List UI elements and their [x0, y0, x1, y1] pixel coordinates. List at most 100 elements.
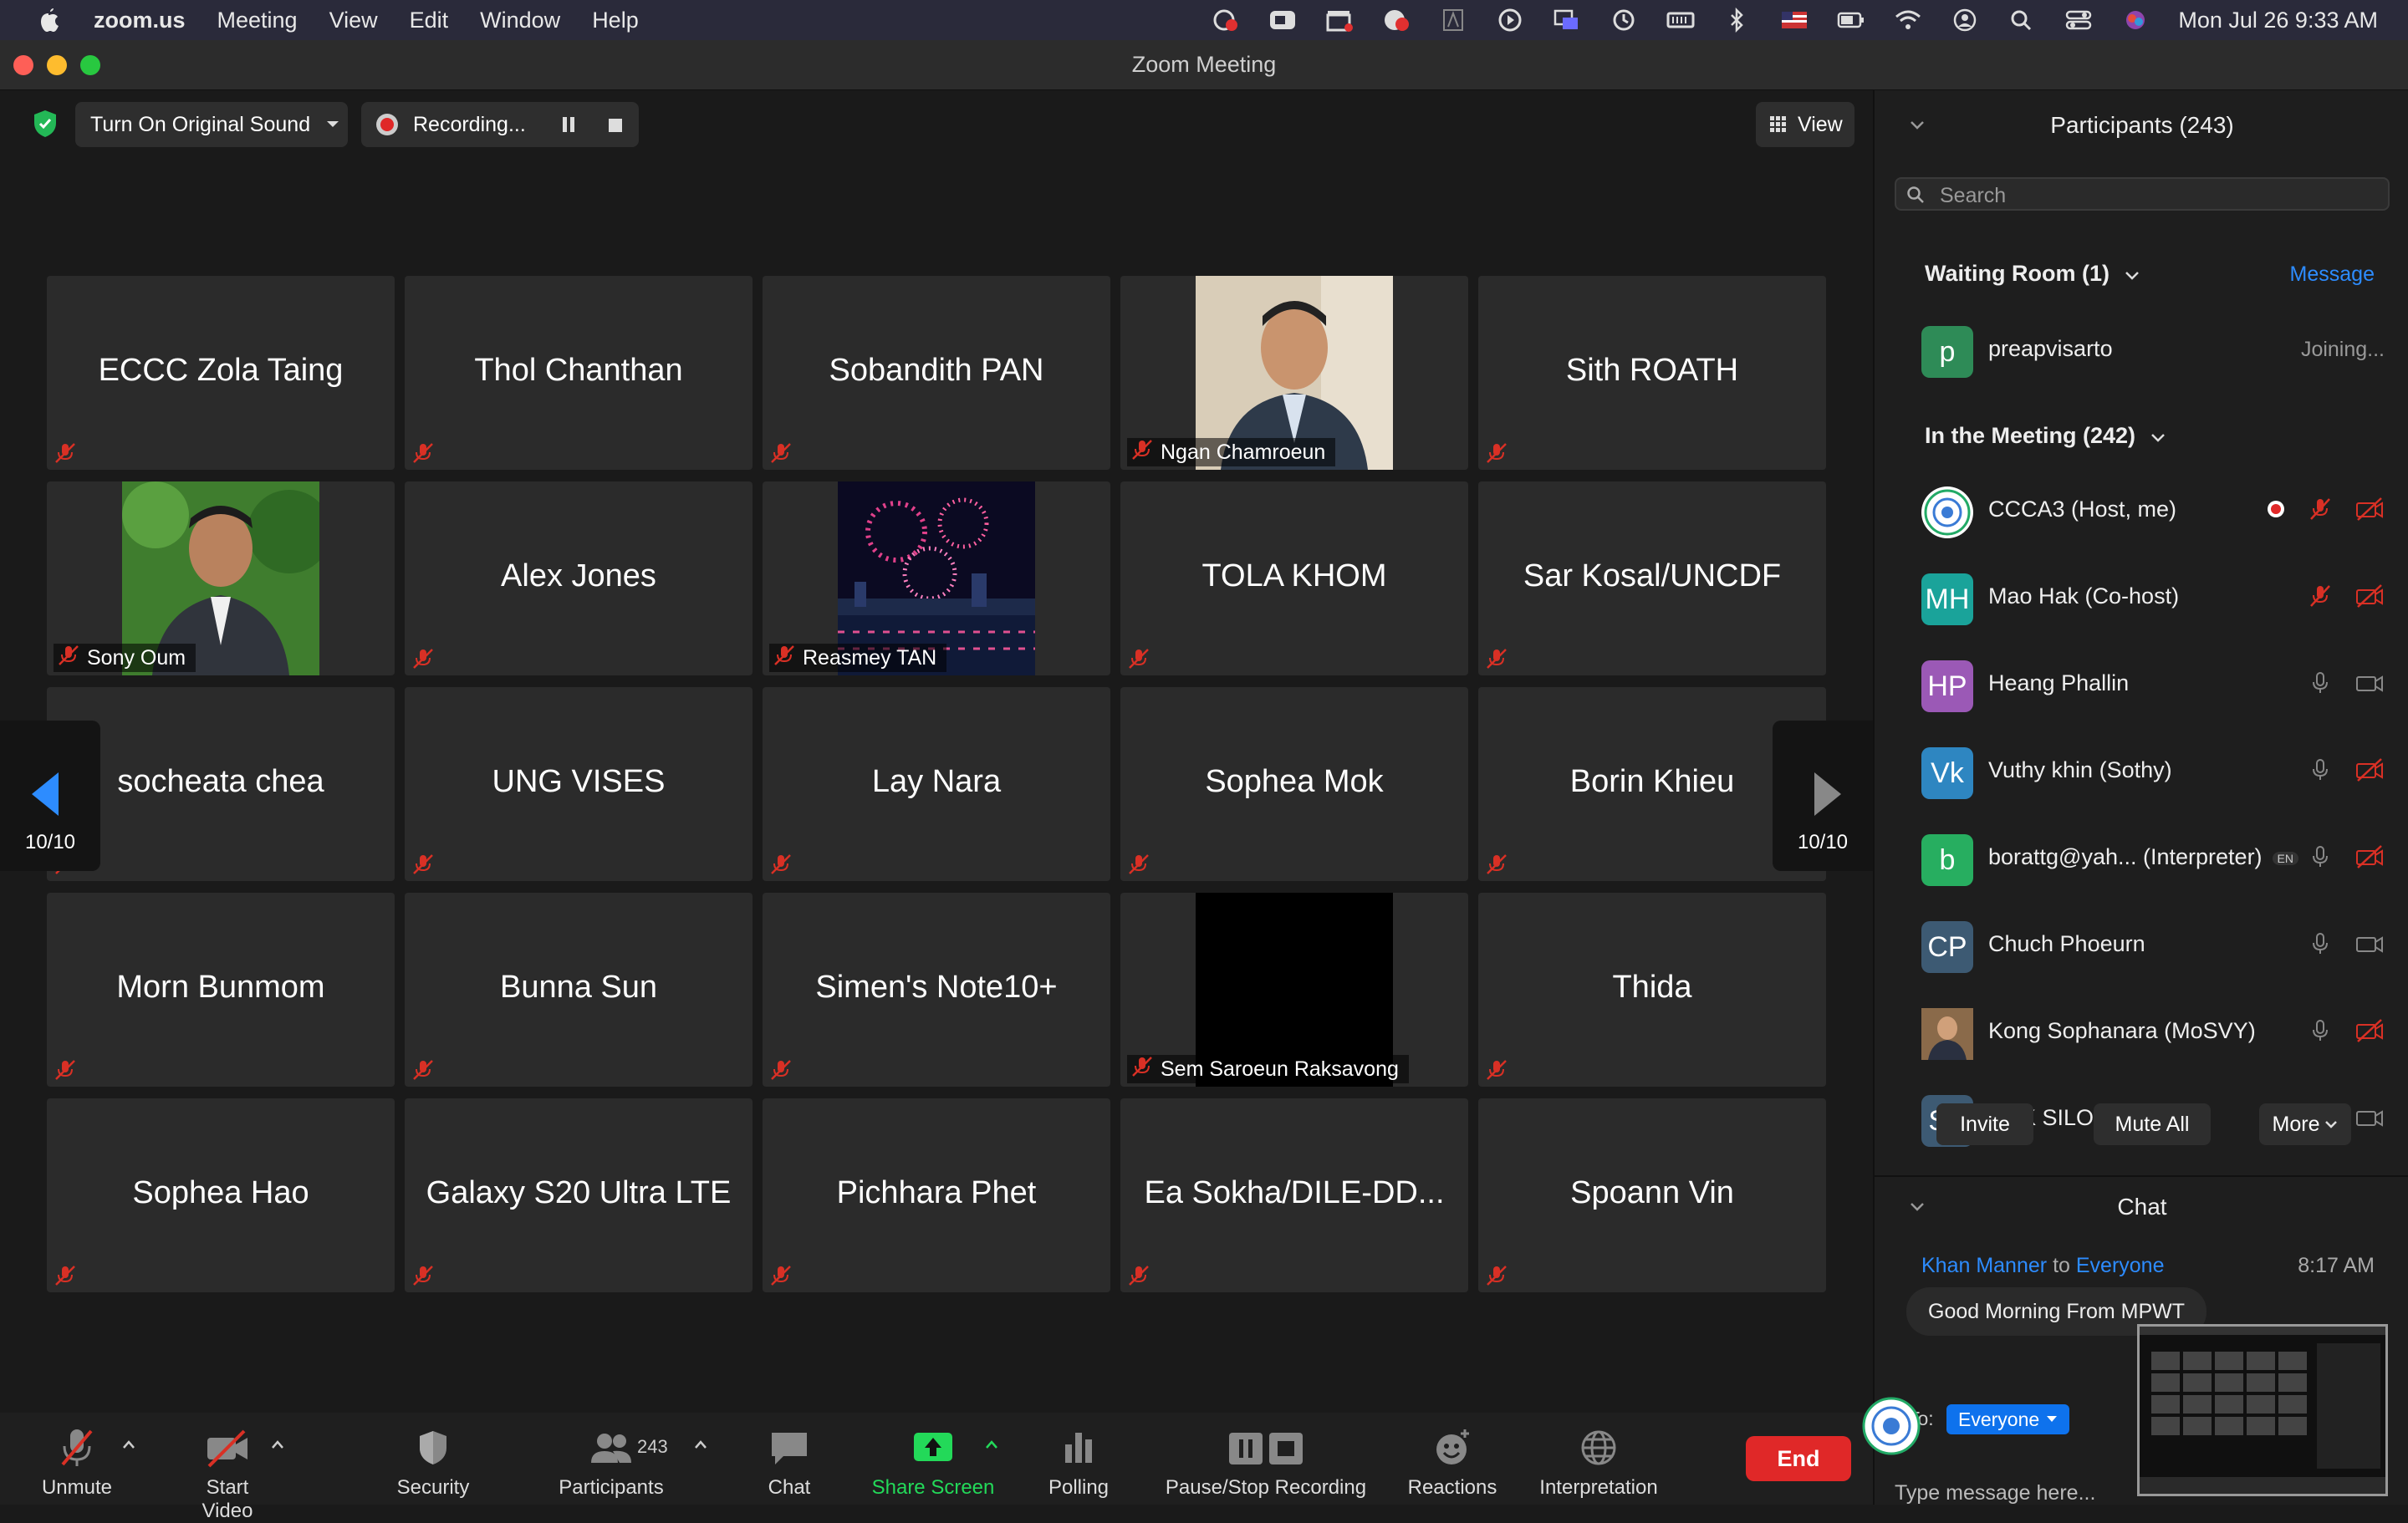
- participant-row[interactable]: HP Heang Phallin: [1875, 645, 2408, 726]
- mute-all-button[interactable]: Mute All: [2094, 1103, 2211, 1145]
- input-source-icon[interactable]: [1439, 8, 1467, 33]
- next-page-button[interactable]: 10/10: [1773, 721, 1873, 871]
- mic-icon[interactable]: [2308, 1018, 2333, 1043]
- mic-icon[interactable]: [2308, 844, 2333, 869]
- participant-tile[interactable]: Reasmey TAN: [763, 481, 1110, 675]
- chevron-down-icon[interactable]: [326, 120, 339, 129]
- participant-row[interactable]: MH Mao Hak (Co-host): [1875, 558, 2408, 639]
- chat-input[interactable]: Type message here...: [1895, 1481, 2095, 1505]
- participant-row[interactable]: Vk Vuthy khin (Sothy): [1875, 732, 2408, 812]
- unmute-button[interactable]: Unmute: [33, 1426, 120, 1500]
- polling-button[interactable]: Polling: [1040, 1426, 1117, 1500]
- video-off-icon[interactable]: [2354, 583, 2385, 609]
- screens-icon[interactable]: [1553, 8, 1581, 33]
- reactions-button[interactable]: Reactions: [1401, 1426, 1503, 1500]
- participant-tile[interactable]: Sem Saroeun Raksavong: [1120, 893, 1468, 1087]
- video-icon[interactable]: [2354, 670, 2385, 695]
- participant-tile[interactable]: Spoann Vin: [1478, 1098, 1826, 1292]
- flag-icon[interactable]: [1780, 8, 1809, 33]
- participant-row[interactable]: CP Chuch Phoeurn: [1875, 906, 2408, 986]
- menu-meeting[interactable]: Meeting: [217, 8, 298, 33]
- participant-row[interactable]: b borattg@yah... (Interpreter) EN: [1875, 819, 2408, 899]
- chat-sender[interactable]: Khan Manner: [1921, 1254, 2047, 1277]
- play-icon[interactable]: [1496, 8, 1524, 33]
- screen-thumbnail-preview[interactable]: [2137, 1324, 2388, 1496]
- participant-tile[interactable]: Simen's Note10+: [763, 893, 1110, 1087]
- share-options-chevron-icon[interactable]: [985, 1439, 998, 1449]
- notification-icon[interactable]: [1382, 8, 1411, 33]
- participant-tile[interactable]: Pichhara Phet: [763, 1098, 1110, 1292]
- muted-mic-icon[interactable]: [2308, 583, 2333, 609]
- video-icon[interactable]: [2354, 1105, 2385, 1130]
- spotlight-search-icon[interactable]: [2008, 8, 2036, 33]
- close-window-button[interactable]: [13, 55, 33, 75]
- participant-tile[interactable]: Sony Oum: [47, 481, 395, 675]
- memory-icon[interactable]: [1666, 8, 1695, 33]
- participant-tile[interactable]: Lay Nara: [763, 687, 1110, 881]
- mic-icon[interactable]: [2308, 931, 2333, 956]
- pause-icon[interactable]: [560, 115, 577, 134]
- participant-tile[interactable]: UNG VISES: [405, 687, 752, 881]
- bluetooth-icon[interactable]: [1723, 8, 1752, 33]
- participant-tile[interactable]: TOLA KHOM: [1120, 481, 1468, 675]
- menu-window[interactable]: Window: [480, 8, 560, 33]
- cloud-record-icon[interactable]: [1212, 8, 1240, 33]
- pause-stop-recording-button[interactable]: Pause/Stop Recording: [1157, 1426, 1375, 1500]
- chat-button[interactable]: Chat: [756, 1426, 823, 1500]
- participants-chevron-icon[interactable]: [694, 1439, 707, 1449]
- participant-tile[interactable]: Thol Chanthan: [405, 276, 752, 470]
- participant-tile[interactable]: Ea Sokha/DILE-DD...: [1120, 1098, 1468, 1292]
- more-button[interactable]: More: [2259, 1103, 2351, 1145]
- participant-row[interactable]: CCCA3 (Host, me): [1875, 471, 2408, 552]
- apple-icon[interactable]: [37, 7, 60, 33]
- participant-tile[interactable]: Sar Kosal/UNCDF: [1478, 481, 1826, 675]
- muted-mic-icon[interactable]: [2308, 497, 2333, 522]
- chat-recipient[interactable]: Everyone: [2076, 1254, 2165, 1277]
- original-sound-button[interactable]: Turn On Original Sound: [75, 102, 348, 147]
- video-off-icon[interactable]: [2354, 497, 2385, 522]
- waiting-participant-row[interactable]: p preapvisarto Joining...: [1875, 311, 2408, 391]
- interpretation-button[interactable]: Interpretation: [1530, 1426, 1667, 1500]
- participant-tile[interactable]: Galaxy S20 Ultra LTE: [405, 1098, 752, 1292]
- participant-tile[interactable]: ECCC Zola Taing: [47, 276, 395, 470]
- in-meeting-header[interactable]: In the Meeting (242): [1925, 423, 2166, 449]
- zoom-icon[interactable]: [1268, 8, 1297, 33]
- video-options-chevron-icon[interactable]: [271, 1439, 284, 1449]
- battery-icon[interactable]: [1837, 8, 1865, 33]
- mic-icon[interactable]: [2308, 757, 2333, 782]
- participant-tile[interactable]: Sith ROATH: [1478, 276, 1826, 470]
- participant-tile[interactable]: Alex Jones: [405, 481, 752, 675]
- start-video-button[interactable]: Start Video: [179, 1426, 276, 1523]
- view-button[interactable]: View: [1756, 102, 1854, 147]
- audio-options-chevron-icon[interactable]: [122, 1439, 135, 1449]
- participant-row[interactable]: Kong Sophanara (MoSVY): [1875, 993, 2408, 1073]
- participant-tile[interactable]: Bunna Sun: [405, 893, 752, 1087]
- menu-edit[interactable]: Edit: [410, 8, 449, 33]
- wifi-icon[interactable]: [1894, 8, 1922, 33]
- video-off-icon[interactable]: [2354, 844, 2385, 869]
- menu-app-name[interactable]: zoom.us: [94, 8, 186, 33]
- clock[interactable]: Mon Jul 26 9:33 AM: [2178, 8, 2378, 33]
- user-icon[interactable]: [1951, 8, 1979, 33]
- clapper-icon[interactable]: [1325, 8, 1354, 33]
- waiting-room-header[interactable]: Waiting Room (1): [1925, 261, 2140, 287]
- participant-tile[interactable]: Sobandith PAN: [763, 276, 1110, 470]
- video-off-icon[interactable]: [2354, 757, 2385, 782]
- stop-icon[interactable]: [607, 117, 624, 134]
- menu-help[interactable]: Help: [592, 8, 639, 33]
- encryption-shield-icon[interactable]: [32, 109, 59, 139]
- zoom-window-button[interactable]: [80, 55, 100, 75]
- siri-icon[interactable]: [2121, 8, 2150, 33]
- control-center-icon[interactable]: [2064, 8, 2093, 33]
- video-off-icon[interactable]: [2354, 1018, 2385, 1043]
- time-machine-icon[interactable]: [1610, 8, 1638, 33]
- video-icon[interactable]: [2354, 931, 2385, 956]
- end-meeting-button[interactable]: End: [1746, 1436, 1851, 1481]
- participant-tile[interactable]: Ngan Chamroeun: [1120, 276, 1468, 470]
- message-waiting-room-button[interactable]: Message: [2290, 262, 2375, 287]
- previous-page-button[interactable]: 10/10: [0, 721, 100, 871]
- minimize-window-button[interactable]: [47, 55, 67, 75]
- participant-tile[interactable]: Thida: [1478, 893, 1826, 1087]
- participant-tile[interactable]: Sophea Mok: [1120, 687, 1468, 881]
- security-button[interactable]: Security: [391, 1426, 475, 1500]
